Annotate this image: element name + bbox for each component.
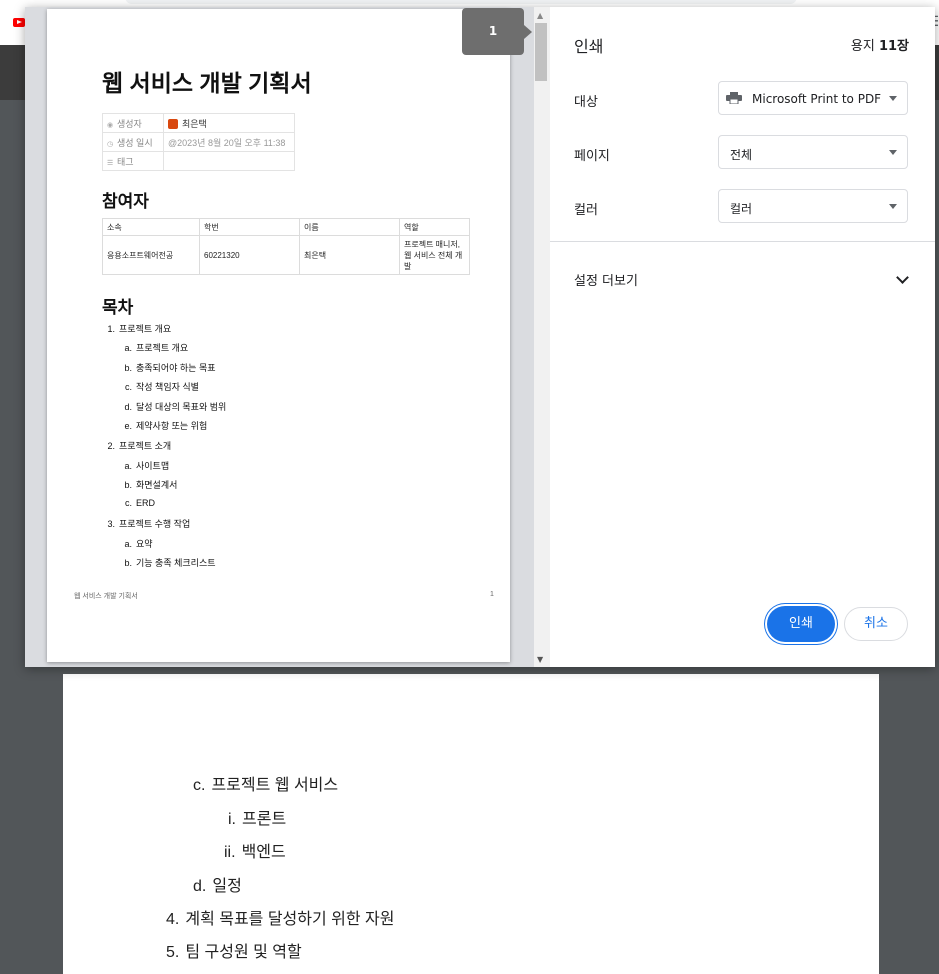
print-preview-area[interactable]: 웹 서비스 개발 기획서 ◉ 생성자 최은택 ◷ 생성 일시 @2023년 8월 2… — [25, 7, 550, 667]
clock-icon: ◷ — [107, 140, 114, 148]
scrollbar-thumb[interactable] — [535, 23, 547, 81]
list-item: a. 사이트맵 — [124, 461, 170, 471]
list-icon: ☰ — [107, 159, 114, 167]
list-item: 3. 프로젝트 수행 작업 — [107, 519, 191, 529]
scroll-down-icon[interactable]: ▼ — [537, 655, 543, 664]
pages-select[interactable]: 전체 — [718, 135, 908, 169]
toc-heading: 목차 — [102, 298, 134, 317]
property-row: ◉ 생성자 최은택 — [102, 113, 295, 133]
list-item: ii. 백엔드 — [224, 844, 286, 861]
list-item: 4. 계획 목표를 달성하기 위한 자원 — [166, 911, 395, 928]
dropdown-arrow-icon — [889, 204, 897, 209]
list-item: b. 기능 충족 체크리스트 — [124, 558, 216, 568]
table-header-row: 소속 학번 이름 역할 — [102, 218, 470, 236]
list-item: a. 프로젝트 개요 — [124, 343, 189, 353]
list-item: d. 일정 — [193, 878, 242, 895]
person-icon: ◉ — [107, 121, 114, 129]
property-row: ◷ 생성 일시 @2023년 8월 20일 오후 11:38 — [102, 132, 295, 152]
pages-label: 페이지 — [574, 149, 610, 164]
color-select[interactable]: 컬러 — [718, 189, 908, 223]
list-item: c. 프로젝트 웹 서비스 — [193, 777, 339, 794]
address-bar[interactable] — [125, 0, 797, 4]
color-label: 컬러 — [574, 203, 598, 218]
list-item: c. 작성 책임자 식별 — [124, 382, 199, 392]
list-item: d. 달성 대상의 목표와 범위 — [124, 402, 227, 412]
avatar — [168, 119, 178, 130]
list-item: e. 제약사항 또는 위험 — [124, 421, 208, 431]
sheet-count: 용지 11장 — [850, 39, 909, 54]
cancel-button[interactable]: 취소 — [844, 607, 908, 641]
dropdown-arrow-icon — [889, 150, 897, 155]
print-dialog: 웹 서비스 개발 기획서 ◉ 생성자 최은택 ◷ 생성 일시 @2023년 8월 2… — [25, 7, 935, 667]
list-item: 5. 팀 구성원 및 역할 — [166, 944, 302, 961]
page-footer-title: 웹 서비스 개발 기획서 — [74, 593, 138, 600]
page-number-badge: 1 — [462, 8, 532, 55]
divider — [550, 241, 935, 242]
members-heading: 참여자 — [102, 192, 149, 211]
list-item: i. 프론트 — [228, 811, 287, 828]
list-item: b. 충족되어야 하는 목표 — [124, 363, 216, 373]
youtube-icon[interactable] — [13, 18, 25, 27]
list-item: c. ERD — [124, 498, 156, 508]
property-row: ☰ 태그 — [102, 151, 295, 171]
background-document-page: c. 프로젝트 웹 서비스 i. 프론트 ii. 백엔드 d. 일정 4. 계획 목표를 … — [63, 674, 879, 974]
list-item: a. 요약 — [124, 539, 153, 549]
document-title: 웹 서비스 개발 기획서 — [102, 70, 312, 96]
more-settings-toggle[interactable]: 설정 더보기 — [574, 270, 638, 289]
properties-table: ◉ 생성자 최은택 ◷ 생성 일시 @2023년 8월 20일 오후 11:38 ☰… — [102, 113, 295, 171]
page-footer-number: 1 — [490, 591, 494, 598]
preview-scrollbar[interactable]: ▲ ▼ — [534, 7, 550, 667]
members-table: 소속 학번 이름 역할 응용소프트웨어전공 60221320 최은택 프로젝트 … — [102, 218, 470, 275]
list-item: 2. 프로젝트 소개 — [107, 441, 172, 451]
list-item: b. 화면설계서 — [124, 480, 178, 490]
print-settings-panel: 인쇄 용지 11장 대상 Microsoft Print to PDF 페이지 … — [550, 7, 935, 667]
list-item: 1. 프로젝트 개요 — [107, 324, 172, 334]
destination-select[interactable]: Microsoft Print to PDF — [718, 81, 908, 115]
scroll-up-icon[interactable]: ▲ — [537, 11, 543, 20]
dialog-title: 인쇄 — [574, 37, 604, 56]
destination-label: 대상 — [574, 95, 598, 110]
dropdown-arrow-icon — [889, 96, 897, 101]
printer-icon — [726, 92, 742, 104]
print-button[interactable]: 인쇄 — [767, 606, 835, 642]
table-row: 응용소프트웨어전공 60221320 최은택 프로젝트 매니저, 웹 서비스 전… — [102, 235, 470, 275]
preview-page: 웹 서비스 개발 기획서 ◉ 생성자 최은택 ◷ 생성 일시 @2023년 8월 2… — [47, 9, 510, 662]
chevron-down-icon[interactable] — [896, 271, 909, 284]
